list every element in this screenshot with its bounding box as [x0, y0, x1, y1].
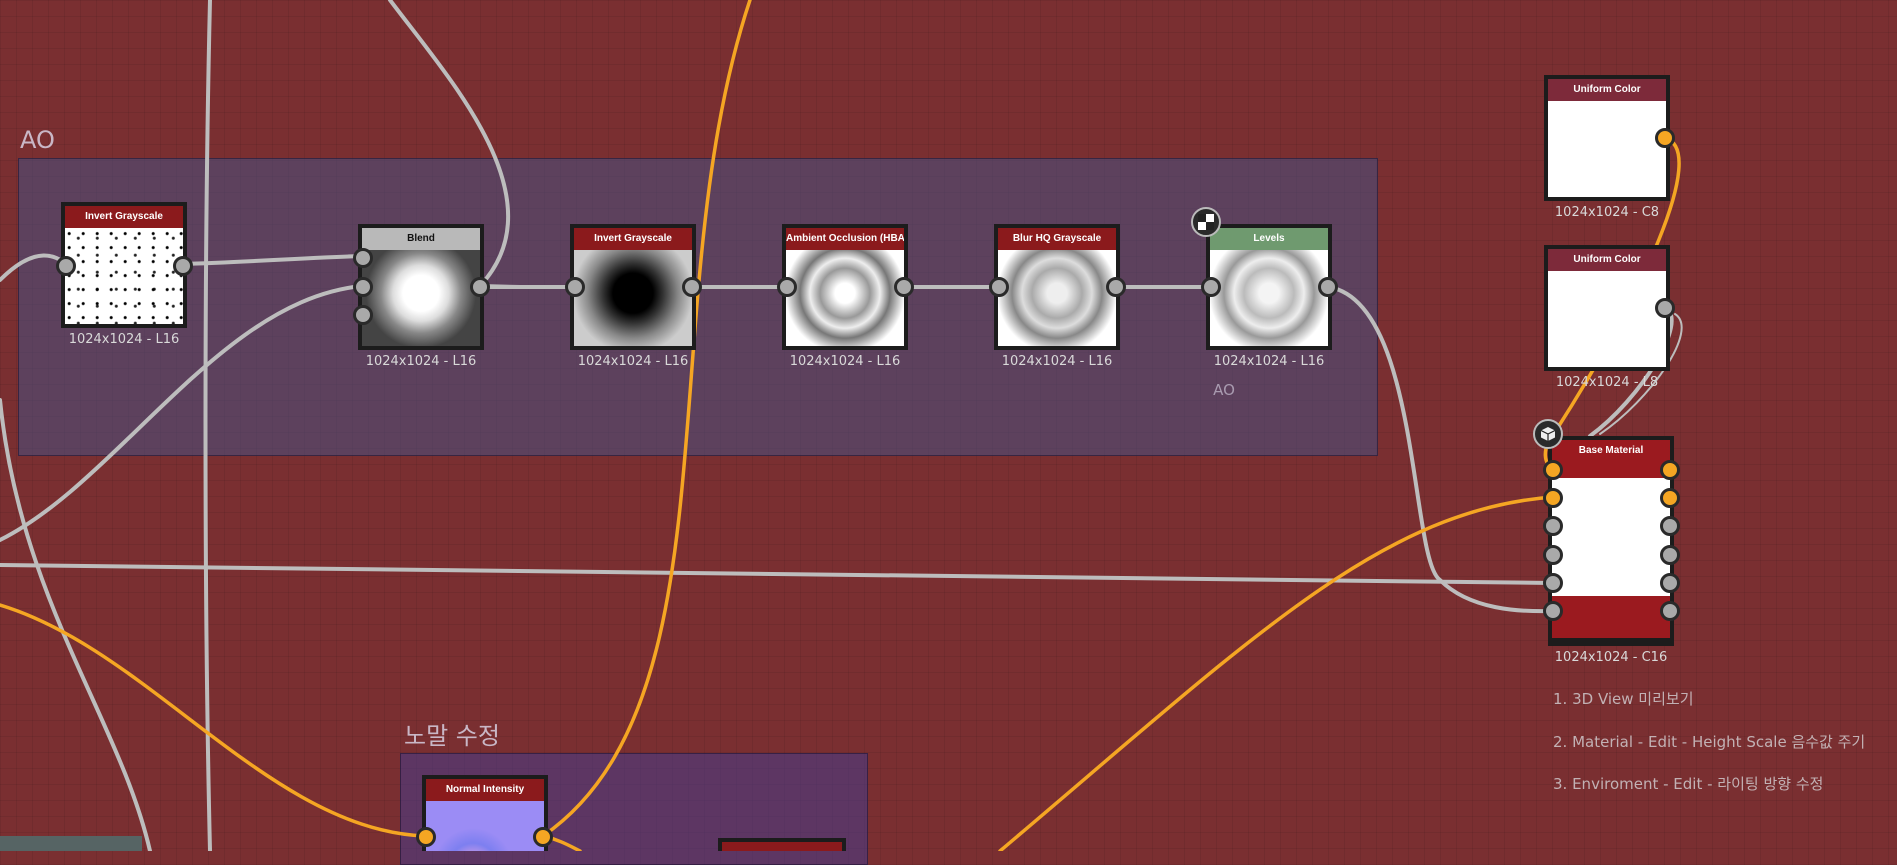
- node-uniform-color-2[interactable]: Uniform Color: [1544, 245, 1670, 371]
- node-title: Invert Grayscale: [65, 206, 183, 228]
- output-port[interactable]: [1660, 601, 1680, 621]
- input-port[interactable]: [353, 248, 373, 268]
- node-uniform-color-1[interactable]: Uniform Color: [1544, 75, 1670, 201]
- input-port[interactable]: [353, 305, 373, 325]
- node-resolution-label: 1024x1024 - L16: [789, 354, 901, 369]
- node-thumbnail: [1548, 271, 1666, 367]
- input-port[interactable]: [1543, 601, 1563, 621]
- node-thumbnail: [1552, 462, 1670, 638]
- node-resolution-label: 1024x1024 - C8: [1554, 205, 1660, 220]
- output-port[interactable]: [1318, 277, 1338, 297]
- input-port[interactable]: [1543, 573, 1563, 593]
- input-port[interactable]: [989, 277, 1009, 297]
- node-resolution-label: 1024x1024 - L16: [577, 354, 689, 369]
- node-invert-grayscale-2[interactable]: Invert Grayscale: [570, 224, 696, 350]
- output-port[interactable]: [1660, 488, 1680, 508]
- node-resolution-label: 1024x1024 - C16: [1554, 650, 1668, 665]
- node-thumbnail: [426, 801, 544, 851]
- output-port[interactable]: [173, 256, 193, 276]
- node-thumbnail: [574, 250, 692, 346]
- partial-node-header: [722, 842, 842, 851]
- cube-icon: [1540, 427, 1556, 441]
- node-blend[interactable]: Blend: [358, 224, 484, 350]
- note-line-1: 1. 3D View 미리보기: [1553, 690, 1694, 708]
- output-port[interactable]: [1660, 545, 1680, 565]
- node-title: Ambient Occlusion (HBAO): [786, 228, 904, 250]
- node-title: Uniform Color: [1548, 249, 1666, 271]
- cube-badge-icon[interactable]: [1533, 419, 1563, 449]
- node-title: Blur HQ Grayscale: [998, 228, 1116, 250]
- output-port[interactable]: [1660, 460, 1680, 480]
- output-port[interactable]: [470, 277, 490, 297]
- node-thumbnail: [1210, 250, 1328, 346]
- node-title: Blend: [362, 228, 480, 250]
- node-resolution-label: 1024x1024 - L16: [68, 332, 180, 347]
- node-title: Base Material: [1552, 440, 1670, 462]
- input-port[interactable]: [1543, 488, 1563, 508]
- node-resolution-label: 1024x1024 - L16: [365, 354, 477, 369]
- node-title: Invert Grayscale: [574, 228, 692, 250]
- node-title: Levels: [1210, 228, 1328, 250]
- node-title: Normal Intensity: [426, 779, 544, 801]
- output-port[interactable]: [894, 277, 914, 297]
- checker-icon: [1198, 214, 1214, 230]
- input-port[interactable]: [56, 256, 76, 276]
- node-thumbnail: [1548, 101, 1666, 197]
- node-comment: AO: [1213, 381, 1235, 399]
- node-ambient-occlusion[interactable]: Ambient Occlusion (HBAO): [782, 224, 908, 350]
- output-port[interactable]: [1655, 128, 1675, 148]
- node-blur-hq-grayscale[interactable]: Blur HQ Grayscale: [994, 224, 1120, 350]
- node-thumbnail: [998, 250, 1116, 346]
- input-port[interactable]: [1543, 516, 1563, 536]
- input-port[interactable]: [565, 277, 585, 297]
- node-normal-intensity[interactable]: Normal Intensity: [422, 775, 548, 851]
- node-base-material[interactable]: Base Material: [1548, 436, 1674, 646]
- output-port[interactable]: [1660, 573, 1680, 593]
- input-port[interactable]: [353, 277, 373, 297]
- output-port[interactable]: [1106, 277, 1126, 297]
- input-port[interactable]: [1201, 277, 1221, 297]
- output-port[interactable]: [1655, 298, 1675, 318]
- partial-node[interactable]: [718, 838, 846, 851]
- note-line-3: 3. Enviroment - Edit - 라이팅 방향 수정: [1553, 775, 1824, 793]
- output-port[interactable]: [682, 277, 702, 297]
- output-port[interactable]: [533, 827, 553, 847]
- input-port[interactable]: [416, 827, 436, 847]
- node-resolution-label: 1024x1024 - L8: [1555, 375, 1659, 390]
- input-port[interactable]: [777, 277, 797, 297]
- checker-badge-icon[interactable]: [1191, 207, 1221, 237]
- node-title: Uniform Color: [1548, 79, 1666, 101]
- node-thumbnail: [362, 250, 480, 346]
- node-thumbnail: [65, 228, 183, 324]
- input-port[interactable]: [1543, 460, 1563, 480]
- node-resolution-label: 1024x1024 - L16: [1001, 354, 1113, 369]
- note-line-2: 2. Material - Edit - Height Scale 음수값 주기: [1553, 733, 1866, 751]
- node-resolution-label: 1024x1024 - L16: [1213, 354, 1325, 369]
- node-levels[interactable]: Levels: [1206, 224, 1332, 350]
- input-port[interactable]: [1543, 545, 1563, 565]
- node-invert-grayscale-1[interactable]: Invert Grayscale: [61, 202, 187, 328]
- node-thumbnail: [786, 250, 904, 346]
- output-port[interactable]: [1660, 516, 1680, 536]
